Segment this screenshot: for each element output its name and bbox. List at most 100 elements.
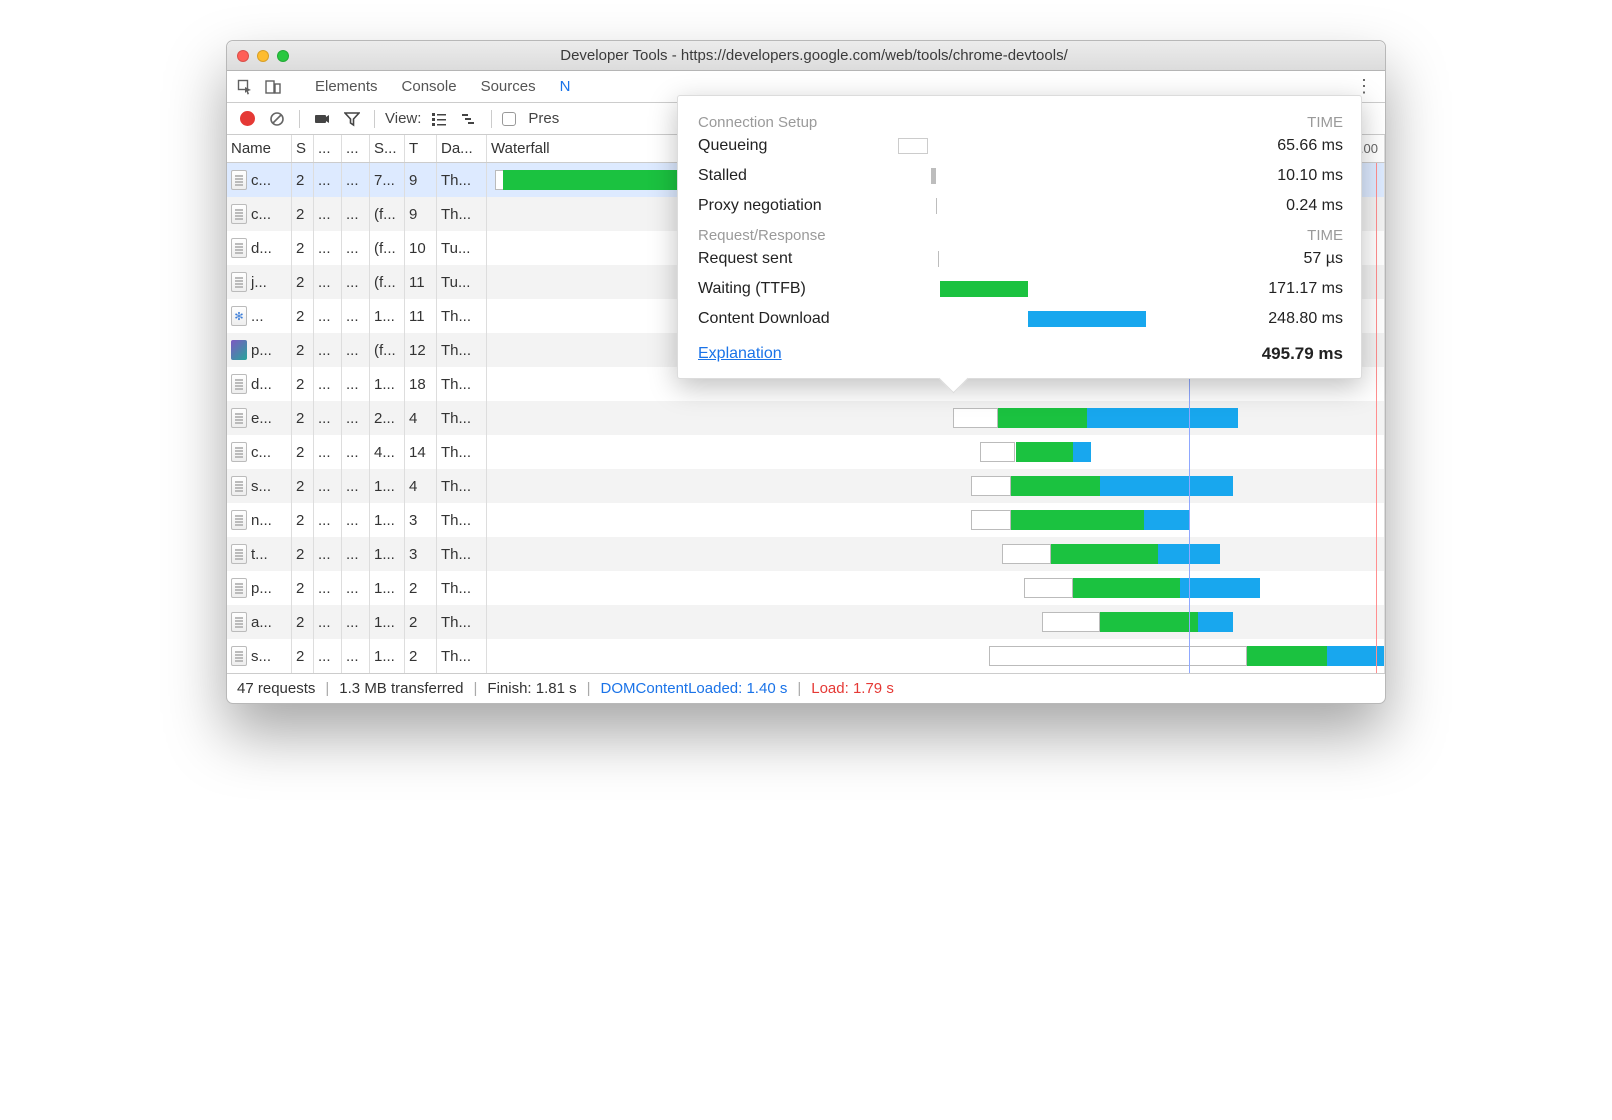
cell: e... bbox=[227, 401, 292, 435]
file-type-icon bbox=[231, 204, 247, 224]
request-row[interactable]: t...2......1...3Th... bbox=[227, 537, 1385, 571]
tab-sources[interactable]: Sources bbox=[471, 71, 546, 102]
fullscreen-window-button[interactable] bbox=[277, 50, 289, 62]
cell: 2 bbox=[292, 163, 314, 197]
cell: 10 bbox=[405, 231, 437, 265]
cell: Th... bbox=[437, 197, 487, 231]
cell: d... bbox=[227, 231, 292, 265]
col-date[interactable]: Da... bbox=[437, 135, 487, 162]
col-trunc-1[interactable]: ... bbox=[314, 135, 342, 162]
ttfb-label: Waiting (TTFB) bbox=[698, 280, 898, 298]
more-tabs-icon[interactable]: ⋮ bbox=[1355, 76, 1379, 97]
cell: ... bbox=[342, 639, 370, 673]
cell: 1... bbox=[370, 537, 405, 571]
waterfall-cell[interactable] bbox=[487, 605, 1385, 639]
cell: 2 bbox=[405, 605, 437, 639]
cell: ... bbox=[314, 605, 342, 639]
file-type-icon bbox=[231, 442, 247, 462]
cell: p... bbox=[227, 333, 292, 367]
stalled-value: 10.10 ms bbox=[1277, 167, 1343, 185]
cell: Th... bbox=[437, 537, 487, 571]
request-row[interactable]: c...2......4...14Th... bbox=[227, 435, 1385, 469]
cell: 2 bbox=[292, 265, 314, 299]
status-load: Load: 1.79 s bbox=[811, 680, 894, 697]
cell: ... bbox=[342, 265, 370, 299]
tooltip-section-request: Request/Response bbox=[698, 227, 826, 244]
cell: Th... bbox=[437, 333, 487, 367]
request-row[interactable]: p...2......1...2Th... bbox=[227, 571, 1385, 605]
clear-log-icon[interactable] bbox=[265, 107, 289, 131]
cell: ... bbox=[314, 639, 342, 673]
waterfall-cell[interactable] bbox=[487, 469, 1385, 503]
col-size[interactable]: S... bbox=[370, 135, 405, 162]
cell: Th... bbox=[437, 503, 487, 537]
cell: ... bbox=[314, 299, 342, 333]
filter-icon[interactable] bbox=[340, 107, 364, 131]
file-type-icon bbox=[231, 408, 247, 428]
cell: Th... bbox=[437, 435, 487, 469]
capture-screenshots-icon[interactable] bbox=[310, 107, 334, 131]
minimize-window-button[interactable] bbox=[257, 50, 269, 62]
cell: Th... bbox=[437, 401, 487, 435]
waterfall-cell[interactable] bbox=[487, 571, 1385, 605]
queueing-label: Queueing bbox=[698, 137, 898, 155]
waterfall-cell[interactable] bbox=[487, 503, 1385, 537]
waterfall-cell[interactable] bbox=[487, 401, 1385, 435]
cell: 2 bbox=[292, 537, 314, 571]
col-time[interactable]: T bbox=[405, 135, 437, 162]
cell: ... bbox=[342, 503, 370, 537]
cell: 2 bbox=[292, 639, 314, 673]
cell: 2 bbox=[292, 571, 314, 605]
cell: ... bbox=[314, 401, 342, 435]
record-button[interactable] bbox=[235, 107, 259, 131]
request-row[interactable]: n...2......1...3Th... bbox=[227, 503, 1385, 537]
col-status[interactable]: S bbox=[292, 135, 314, 162]
queueing-value: 65.66 ms bbox=[1277, 137, 1343, 155]
waterfall-cell[interactable] bbox=[487, 435, 1385, 469]
tab-network-partial[interactable]: N bbox=[550, 71, 581, 102]
tab-console[interactable]: Console bbox=[392, 71, 467, 102]
network-status-bar: 47 requests | 1.3 MB transferred | Finis… bbox=[227, 673, 1385, 703]
cell: 2 bbox=[292, 503, 314, 537]
request-row[interactable]: s...2......1...2Th... bbox=[227, 639, 1385, 673]
cell: ... bbox=[342, 333, 370, 367]
cell: ... bbox=[314, 265, 342, 299]
cell: 4 bbox=[405, 401, 437, 435]
view-activity-icon[interactable] bbox=[457, 107, 481, 131]
waterfall-cell[interactable] bbox=[487, 537, 1385, 571]
col-trunc-2[interactable]: ... bbox=[342, 135, 370, 162]
cell: 1... bbox=[370, 571, 405, 605]
waterfall-cell[interactable] bbox=[487, 639, 1385, 673]
download-label: Content Download bbox=[698, 310, 898, 328]
mac-traffic-lights[interactable] bbox=[227, 50, 289, 62]
preserve-log-checkbox[interactable] bbox=[502, 112, 516, 126]
explanation-link[interactable]: Explanation bbox=[698, 345, 782, 363]
cell: Tu... bbox=[437, 265, 487, 299]
inspect-element-icon[interactable] bbox=[233, 75, 257, 99]
file-type-icon bbox=[231, 578, 247, 598]
timing-breakdown-tooltip: Connection Setup TIME Queueing 65.66 ms … bbox=[677, 95, 1362, 379]
cell: Th... bbox=[437, 299, 487, 333]
toggle-device-toolbar-icon[interactable] bbox=[261, 75, 285, 99]
cell: (f... bbox=[370, 231, 405, 265]
cell: ... bbox=[314, 367, 342, 401]
file-type-icon bbox=[231, 272, 247, 292]
cell: c... bbox=[227, 435, 292, 469]
cell: 2 bbox=[292, 435, 314, 469]
cell: 2 bbox=[405, 639, 437, 673]
cell: 14 bbox=[405, 435, 437, 469]
window-title: Developer Tools - https://developers.goo… bbox=[560, 47, 1068, 64]
file-type-icon bbox=[231, 340, 247, 360]
total-time-value: 495.79 ms bbox=[1262, 344, 1343, 364]
cell: ✻... bbox=[227, 299, 292, 333]
request-row[interactable]: a...2......1...2Th... bbox=[227, 605, 1385, 639]
tab-elements[interactable]: Elements bbox=[305, 71, 388, 102]
cell: 18 bbox=[405, 367, 437, 401]
request-sent-value: 57 µs bbox=[1304, 250, 1343, 268]
view-list-icon[interactable] bbox=[427, 107, 451, 131]
request-row[interactable]: s...2......1...4Th... bbox=[227, 469, 1385, 503]
request-row[interactable]: e...2......2...4Th... bbox=[227, 401, 1385, 435]
cell: Th... bbox=[437, 163, 487, 197]
col-name[interactable]: Name bbox=[227, 135, 292, 162]
close-window-button[interactable] bbox=[237, 50, 249, 62]
